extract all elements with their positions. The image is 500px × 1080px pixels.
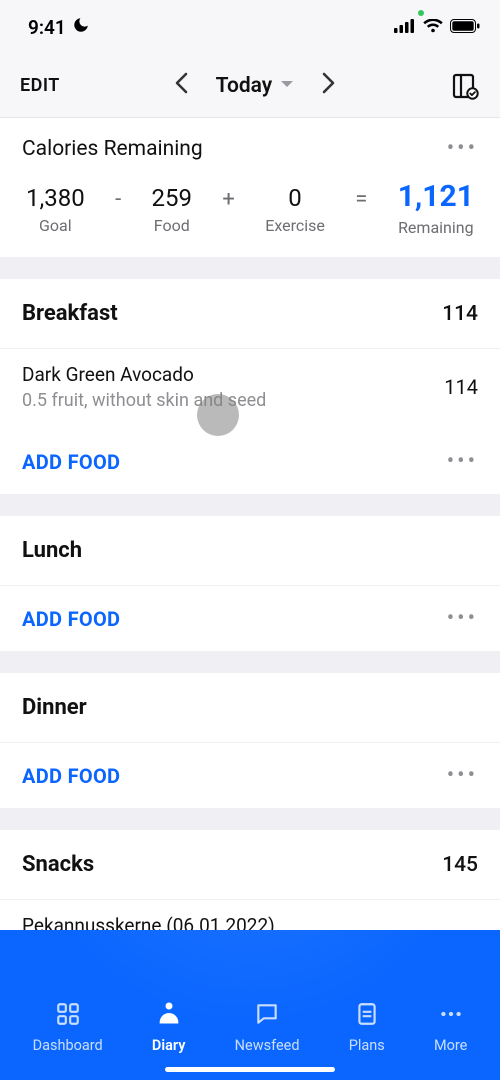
- dashboard-icon: [55, 1001, 81, 1031]
- nutrition-report-button[interactable]: [450, 71, 480, 101]
- meal-more-button[interactable]: •••: [447, 449, 478, 474]
- bottom-nav-wrap: Dashboard Diary Newsfeed Plans: [0, 930, 500, 1080]
- cellular-icon: [394, 18, 416, 37]
- tab-label: More: [434, 1037, 467, 1054]
- meal-name: Dinner: [22, 695, 87, 720]
- tab-more[interactable]: More: [434, 1001, 467, 1054]
- newsfeed-icon: [254, 1001, 280, 1031]
- add-food-button[interactable]: ADD FOOD: [22, 607, 120, 631]
- exercise-value: 0: [265, 184, 325, 212]
- plus-sign: +: [222, 187, 234, 212]
- calories-food[interactable]: 259 Food: [152, 184, 192, 235]
- meal-total: 114: [442, 302, 478, 326]
- prev-day-button[interactable]: [166, 66, 196, 106]
- add-food-button[interactable]: ADD FOOD: [22, 450, 120, 474]
- tab-dashboard[interactable]: Dashboard: [33, 1001, 103, 1054]
- food-calories: 114: [444, 375, 478, 399]
- tab-plans[interactable]: Plans: [349, 1001, 385, 1054]
- remaining-label: Remaining: [398, 218, 474, 237]
- moon-icon: [72, 16, 90, 39]
- status-time: 9:41: [28, 16, 66, 39]
- plans-icon: [354, 1001, 380, 1031]
- meal-header[interactable]: Breakfast 114: [0, 279, 500, 349]
- add-food-button[interactable]: ADD FOOD: [22, 764, 120, 788]
- exercise-label: Exercise: [265, 216, 325, 235]
- meal-name: Breakfast: [22, 301, 118, 326]
- date-label-text: Today: [216, 74, 273, 98]
- battery-icon: [450, 18, 480, 37]
- date-select[interactable]: Today: [216, 74, 295, 98]
- meal-breakfast: Breakfast 114 Dark Green Avocado 0.5 fru…: [0, 279, 500, 494]
- dropdown-icon: [280, 79, 294, 93]
- remaining-value: 1,121: [398, 179, 474, 214]
- minus-sign: -: [115, 187, 121, 212]
- diary-icon: [155, 999, 183, 1031]
- tab-label: Plans: [349, 1037, 385, 1054]
- calories-remaining[interactable]: 1,121 Remaining: [398, 179, 474, 237]
- food-value: 259: [152, 184, 192, 212]
- home-indicator[interactable]: [165, 1067, 335, 1072]
- meal-more-button[interactable]: •••: [447, 763, 478, 788]
- meal-header[interactable]: Lunch: [0, 516, 500, 586]
- meal-total: 145: [442, 853, 478, 877]
- tab-newsfeed[interactable]: Newsfeed: [235, 1001, 300, 1054]
- food-item[interactable]: Dark Green Avocado 0.5 fruit, without sk…: [0, 349, 500, 429]
- touch-indicator: [197, 394, 239, 436]
- meal-header[interactable]: Snacks 145: [0, 830, 500, 900]
- edit-button[interactable]: EDIT: [20, 75, 60, 96]
- date-picker: Today: [60, 66, 450, 106]
- tab-label: Diary: [152, 1037, 186, 1054]
- food-label: Food: [152, 216, 192, 235]
- equals-sign: =: [355, 187, 367, 212]
- goal-label: Goal: [26, 216, 85, 235]
- calories-goal[interactable]: 1,380 Goal: [26, 184, 85, 235]
- status-bar: 9:41: [0, 0, 500, 54]
- goal-value: 1,380: [26, 184, 85, 212]
- meal-name: Lunch: [22, 538, 82, 563]
- top-nav: EDIT Today: [0, 54, 500, 118]
- tab-label: Dashboard: [33, 1037, 103, 1054]
- meal-lunch: Lunch ADD FOOD •••: [0, 516, 500, 651]
- wifi-icon: [423, 18, 443, 37]
- tab-diary[interactable]: Diary: [152, 999, 186, 1054]
- tab-label: Newsfeed: [235, 1037, 300, 1054]
- privacy-dot-icon: [418, 10, 424, 16]
- calories-exercise[interactable]: 0 Exercise: [265, 184, 325, 235]
- calories-card: Calories Remaining ••• 1,380 Goal - 259 …: [0, 118, 500, 257]
- meal-more-button[interactable]: •••: [447, 606, 478, 631]
- calories-title: Calories Remaining: [22, 137, 203, 161]
- meal-name: Snacks: [22, 852, 94, 877]
- meal-dinner: Dinner ADD FOOD •••: [0, 673, 500, 808]
- more-icon: [438, 1001, 464, 1031]
- next-day-button[interactable]: [314, 66, 344, 106]
- meal-header[interactable]: Dinner: [0, 673, 500, 743]
- food-name: Dark Green Avocado: [22, 363, 266, 386]
- calories-more-button[interactable]: •••: [447, 136, 478, 161]
